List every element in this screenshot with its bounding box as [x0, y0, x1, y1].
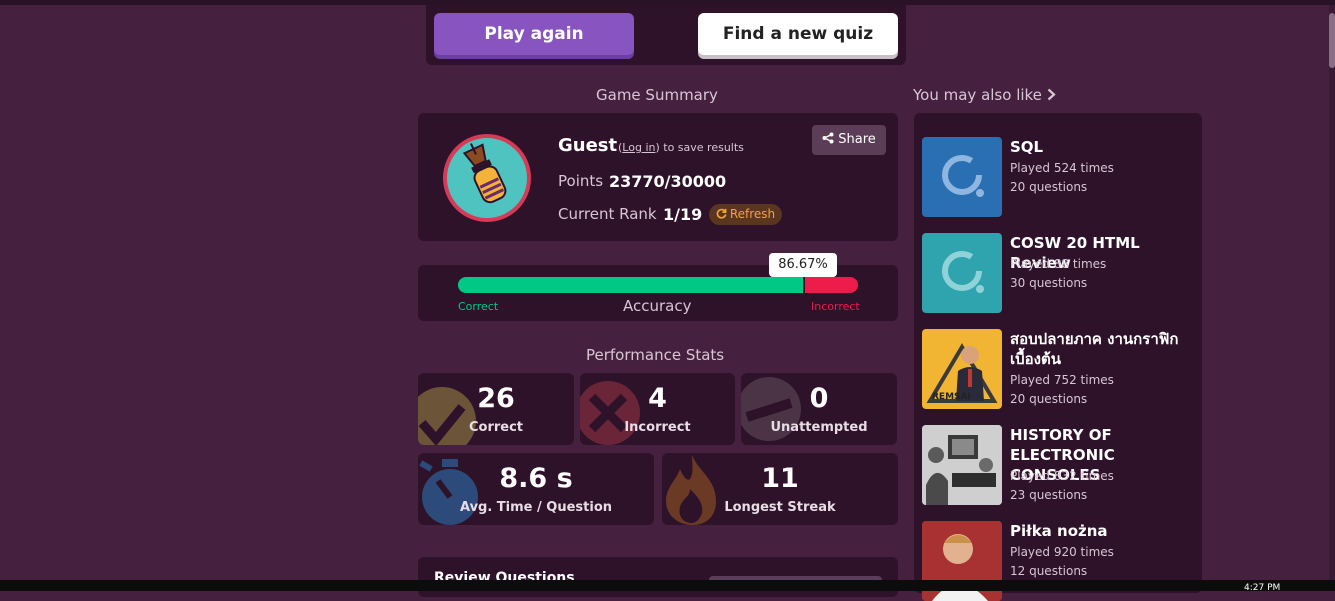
performance-title: Performance Stats [586, 346, 725, 364]
login-link[interactable]: Log in [622, 141, 655, 154]
find-new-quiz-button[interactable]: Find a new quiz [698, 13, 898, 55]
quiz-title: สอบปลายภาค งานกราฟิกเบื้องต้น [1010, 330, 1179, 368]
quiz-title: SQL [1010, 138, 1044, 156]
accuracy-tooltip: 86.67% [769, 253, 837, 277]
correct-count: 26 [477, 383, 515, 414]
quiz-questions: 12 questions [1010, 564, 1088, 578]
accuracy-correct-label: Correct [458, 300, 499, 313]
correct-stat: 26 Correct [418, 373, 574, 445]
guest-name: Guest [558, 135, 618, 156]
vintage-photo-icon [922, 425, 1002, 505]
rank-label: Current Rank [558, 205, 657, 223]
quiz-questions: 20 questions [1010, 180, 1088, 194]
avg-time-label: Avg. Time / Question [459, 500, 613, 515]
avg-time-value: 8.6 s [499, 463, 573, 494]
accuracy-incorrect-label: Incorrect [811, 300, 860, 313]
scrollbar-thumb[interactable] [1329, 13, 1335, 68]
game-summary-title: Game Summary [596, 86, 718, 104]
refresh-icon [716, 208, 727, 219]
remsai-text: REMSAI [932, 392, 971, 402]
chevron-right-icon [1047, 88, 1056, 101]
quiz-questions: 23 questions [1010, 488, 1088, 502]
quiz-thumbnail [922, 233, 1002, 313]
quizizz-logo-icon [942, 155, 984, 197]
correct-label: Correct [468, 420, 524, 435]
unattempted-count: 0 [809, 383, 829, 414]
quiz-played: Played 88 times [1010, 257, 1107, 271]
unattempted-stat: 0 Unattempted [741, 373, 897, 445]
share-button[interactable]: Share [812, 125, 886, 155]
quiz-played: Played 832 times [1010, 469, 1114, 483]
points-label: Points [558, 172, 604, 190]
quiz-title: Piłka nożna [1010, 522, 1108, 540]
accuracy-correct-bar [458, 277, 803, 293]
taskbar-clock: 4:27 PM [1244, 583, 1281, 593]
quiz-played: Played 920 times [1010, 545, 1114, 559]
accuracy-incorrect-bar [805, 277, 858, 293]
streak-value: 11 [761, 463, 799, 494]
points-value: 23770/30000 [609, 172, 727, 191]
quizizz-logo-icon [942, 251, 984, 293]
share-icon [822, 132, 834, 144]
accuracy-label: Accuracy [623, 297, 692, 315]
avg-time-stat: 8.6 s Avg. Time / Question [418, 453, 654, 525]
incorrect-label: Incorrect [624, 420, 691, 435]
login-prompt: (Log in) to save results [618, 141, 744, 154]
quiz-played: Played 752 times [1010, 373, 1114, 387]
refresh-button[interactable]: Refresh [709, 204, 782, 225]
quiz-thumbnail [922, 425, 1002, 505]
os-taskbar [0, 580, 1335, 591]
quiz-thumbnail: REMSAI [922, 329, 1002, 409]
avatar [443, 134, 531, 222]
page-scrollbar[interactable] [1329, 5, 1335, 580]
rank-value: 1/19 [663, 205, 703, 224]
incorrect-stat: 4 Incorrect [580, 373, 735, 445]
play-again-button[interactable]: Play again [434, 13, 634, 55]
longest-streak-stat: 11 Longest Streak [662, 453, 898, 525]
pen-nib-icon [462, 143, 507, 204]
quiz-questions: 30 questions [1010, 276, 1088, 290]
quiz-questions: 20 questions [1010, 392, 1088, 406]
quiz-thumbnail [922, 137, 1002, 217]
quiz-played: Played 524 times [1010, 161, 1114, 175]
incorrect-count: 4 [648, 383, 667, 414]
streak-label: Longest Streak [724, 500, 836, 515]
remsai-photo-icon: REMSAI [926, 343, 998, 403]
you-may-also-like-link[interactable]: You may also like [913, 86, 1056, 104]
unattempted-label: Unattempted [770, 420, 868, 435]
